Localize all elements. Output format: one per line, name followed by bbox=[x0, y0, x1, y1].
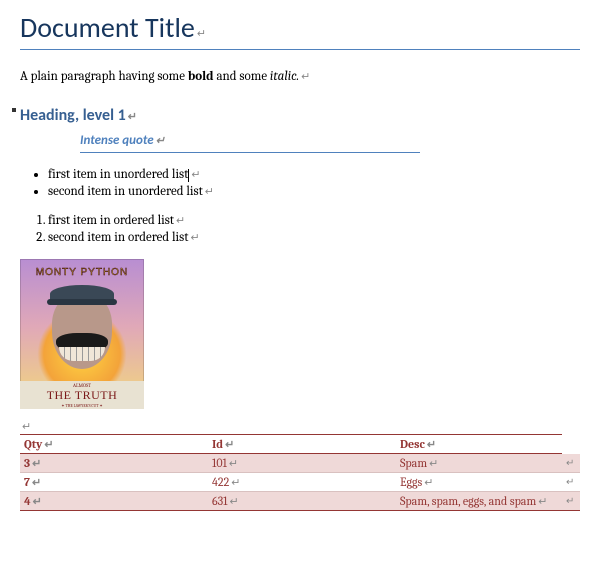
body-paragraph: A plain paragraph having some bold and s… bbox=[20, 68, 580, 86]
unordered-list: first item in unordered list↵ second ite… bbox=[48, 167, 580, 199]
list-item: second item in unordered list↵ bbox=[48, 184, 580, 199]
pilcrow-icon: ↵ bbox=[22, 420, 31, 433]
table-row: 7↵ 422↵ Eggs↵ ↵ bbox=[20, 473, 580, 492]
document-title: Document Title↵ bbox=[20, 10, 580, 50]
list-item: second item in ordered list↵ bbox=[48, 230, 580, 245]
table-row: 3↵ 101↵ Spam↵ ↵ bbox=[20, 454, 580, 473]
pilcrow-icon: ↵ bbox=[128, 110, 137, 123]
heading-1: Heading, level 1↵ bbox=[20, 106, 580, 125]
image-banner-text: MONTY PYTHON bbox=[24, 267, 140, 278]
embedded-image: MONTY PYTHON ALMOST THE TRUTH ✦ THE LAWY… bbox=[20, 259, 144, 409]
data-table: Qty↵ Id↵ Desc↵ 3↵ 101↵ Spam↵ ↵ 7↵ 422↵ E… bbox=[20, 434, 580, 511]
list-item: first item in unordered list↵ bbox=[48, 167, 580, 182]
pilcrow-icon: ↵ bbox=[156, 134, 165, 147]
list-item: first item in ordered list↵ bbox=[48, 213, 580, 228]
pilcrow-icon: ↵ bbox=[197, 27, 206, 40]
intense-quote-block: Intense quote↵ bbox=[80, 133, 580, 153]
table-row: 4↵ 631↵ Spam, spam, eggs, and spam↵ ↵ bbox=[20, 492, 580, 511]
table-header-row: Qty↵ Id↵ Desc↵ bbox=[20, 435, 580, 454]
text-cursor bbox=[188, 169, 189, 182]
ordered-list: first item in ordered list↵ second item … bbox=[48, 213, 580, 245]
pilcrow-icon: ↵ bbox=[301, 70, 310, 83]
